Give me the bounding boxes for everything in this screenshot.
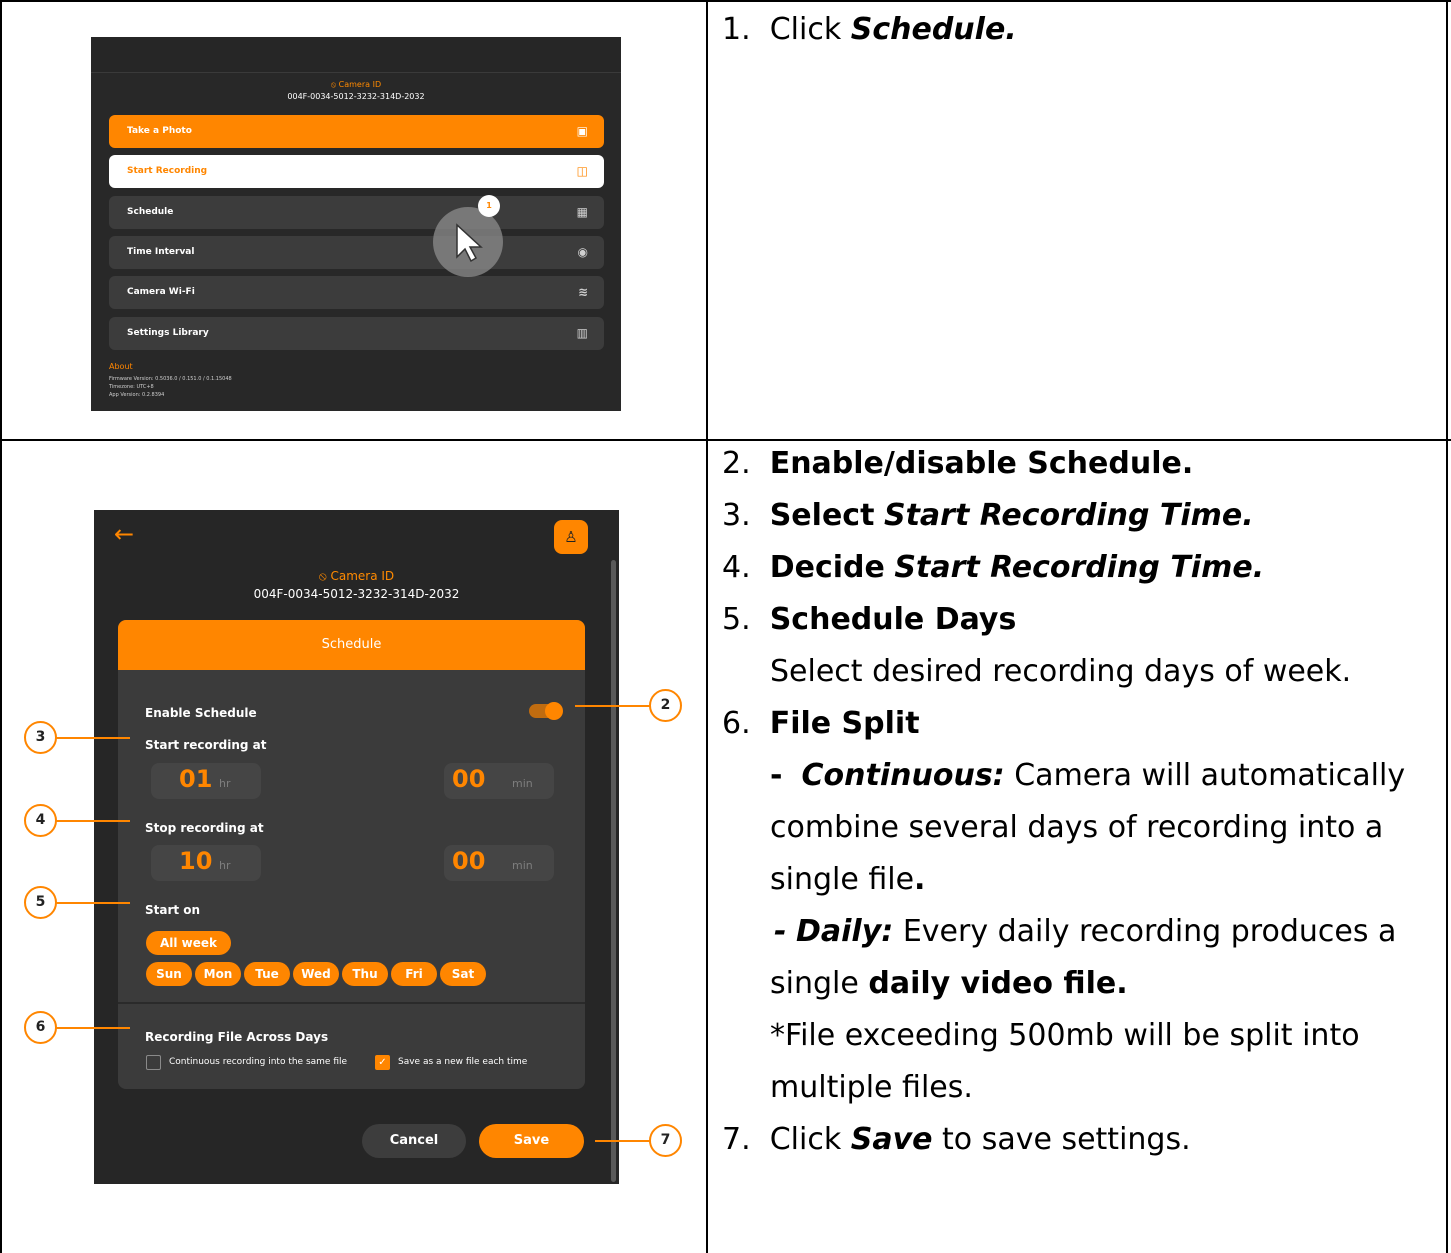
day-thu[interactable]: Thu [342, 962, 388, 986]
app-version: App Version: 0.2.8394 [109, 392, 165, 398]
start-minute-field[interactable]: 00 min [444, 763, 554, 799]
tap-indicator [433, 207, 503, 277]
cancel-button[interactable]: Cancel [362, 1124, 466, 1158]
app-screenshot-schedule: ← ♙ ⦸ Camera ID 004F-0034-5012-3232-314D… [94, 510, 619, 1184]
take-photo-button[interactable]: Take a Photo ▣ [109, 115, 604, 148]
time-interval-button[interactable]: Time Interval ◉ [109, 236, 604, 269]
camera-id-value: 004F-0034-5012-3232-314D-2032 [287, 92, 425, 101]
new-file-checkbox[interactable]: ✓ [375, 1055, 390, 1070]
image-icon: ▣ [576, 124, 588, 138]
callout-line-5 [55, 902, 130, 904]
firmware-version: Firmware Version: 0.5036.0 / 0.151.0 / 0… [109, 376, 232, 382]
cursor-icon [456, 223, 483, 263]
day-wed[interactable]: Wed [293, 962, 339, 986]
start-recording-label: Start recording at [145, 738, 267, 752]
callout-line-2 [575, 705, 650, 707]
step-3: 3. Select Start Recording Time. [722, 498, 1254, 533]
step-4: 4. Decide Start Recording Time. [722, 550, 1265, 585]
step-6-daily-line2: single daily video file. [770, 966, 1128, 1001]
callout-line-6 [55, 1027, 130, 1029]
continuous-option-label: Continuous recording into the same file [169, 1057, 348, 1067]
start-on-label: Start on [145, 903, 201, 917]
step-7: 7. Click Save to save settings. [722, 1122, 1191, 1157]
user-icon[interactable]: ♙ [554, 520, 588, 554]
back-arrow-icon[interactable]: ← [114, 520, 134, 548]
menu-label: Start Recording [127, 166, 208, 176]
table-border-column [706, 0, 708, 1253]
step-5-description: Select desired recording days of week. [770, 654, 1352, 689]
callout-6: 6 [24, 1011, 57, 1044]
new-file-option-label: Save as a new file each time [398, 1057, 528, 1067]
panel-title: Schedule [118, 620, 585, 670]
day-fri[interactable]: Fri [391, 962, 437, 986]
callout-4: 4 [24, 804, 57, 837]
step-6-continuous: - Continuous: Camera will automatically [770, 758, 1406, 793]
start-hour-field[interactable]: 01 hr [151, 763, 261, 799]
table-border-left [0, 0, 2, 1253]
table-border-right [1446, 0, 1448, 1253]
step-6-note-line2: multiple files. [770, 1070, 973, 1105]
menu-label: Time Interval [127, 247, 195, 257]
stop-hour-field[interactable]: 10 hr [151, 845, 261, 881]
camera-id-label: ⦸ Camera ID [330, 80, 382, 89]
timezone: Timezone: UTC+8 [109, 384, 154, 390]
video-icon: ◫ [576, 164, 588, 178]
step-6-continuous-line2: combine several days of recording into a [770, 810, 1384, 845]
stop-minute-field[interactable]: 00 min [444, 845, 554, 881]
callout-line-4 [55, 820, 130, 822]
enable-schedule-label: Enable Schedule [145, 706, 257, 720]
continuous-checkbox[interactable] [146, 1055, 161, 1070]
menu-label: Camera Wi-Fi [127, 287, 195, 297]
recording-file-label: Recording File Across Days [145, 1030, 329, 1044]
menu-label: Take a Photo [127, 126, 192, 136]
library-icon: ▥ [576, 326, 588, 340]
camera-wifi-button[interactable]: Camera Wi-Fi ≋ [109, 276, 604, 309]
stop-recording-label: Stop recording at [145, 821, 264, 835]
step-6-daily: - Daily: Every daily recording produces … [774, 914, 1397, 949]
callout-line-7 [595, 1140, 650, 1142]
save-button[interactable]: Save [479, 1124, 584, 1158]
enable-schedule-toggle[interactable] [529, 702, 563, 720]
table-border-middle [0, 439, 1451, 441]
callout-7: 7 [649, 1124, 682, 1157]
day-sun[interactable]: Sun [146, 962, 192, 986]
settings-library-button[interactable]: Settings Library ▥ [109, 317, 604, 350]
scrollbar[interactable] [611, 560, 616, 1182]
menu-label: Settings Library [127, 328, 209, 338]
step-badge: 1 [478, 195, 500, 217]
divider [118, 1002, 585, 1004]
callout-line-3 [55, 737, 130, 739]
start-recording-button[interactable]: Start Recording ◫ [109, 155, 604, 188]
callout-3: 3 [24, 721, 57, 754]
step-2: 2. Enable/disable Schedule. [722, 446, 1194, 481]
step-6-continuous-line3: single file. [770, 862, 926, 897]
day-sat[interactable]: Sat [440, 962, 486, 986]
callout-5: 5 [24, 886, 57, 919]
table-border-top [0, 0, 1451, 2]
toggle-knob [545, 702, 563, 720]
step-6-note: *File exceeding 500mb will be split into [770, 1018, 1360, 1053]
step-1: 1. Click Schedule. [722, 12, 1017, 47]
callout-2: 2 [649, 689, 682, 722]
schedule-button[interactable]: Schedule ▦ [109, 196, 604, 229]
app-top-bar [91, 37, 621, 73]
camera-id-value: 004F-0034-5012-3232-314D-2032 [253, 587, 460, 601]
day-tue[interactable]: Tue [244, 962, 290, 986]
menu-label: Schedule [127, 207, 174, 217]
schedule-panel: Schedule Enable Schedule Start recording… [118, 620, 585, 1089]
step-5: 5. Schedule Days [722, 602, 1017, 637]
calendar-icon: ▦ [576, 205, 588, 219]
app-screenshot-menu: ⦸ Camera ID 004F-0034-5012-3232-314D-203… [91, 37, 621, 411]
all-week-button[interactable]: All week [146, 931, 231, 955]
wifi-icon: ≋ [577, 285, 588, 299]
about-title: About [109, 362, 133, 371]
timer-icon: ◉ [577, 245, 588, 259]
camera-id-label: ⦸ Camera ID [318, 569, 395, 583]
step-6: 6. File Split [722, 706, 920, 741]
day-mon[interactable]: Mon [195, 962, 241, 986]
